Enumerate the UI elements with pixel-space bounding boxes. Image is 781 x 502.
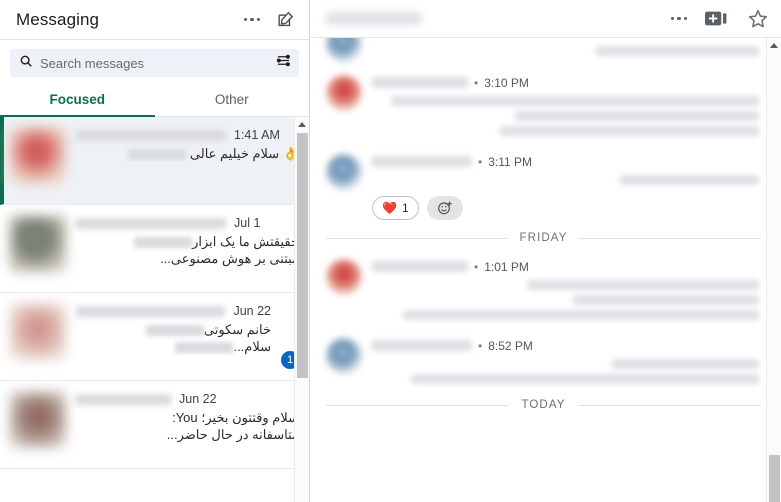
scrollbar-thumb[interactable] — [297, 133, 308, 378]
conversation-timestamp: Jun 22 — [233, 304, 271, 318]
page-title: Messaging — [16, 9, 100, 29]
list-item[interactable]: 1:41 AM 👌 سلام خیلیم عالی — [0, 117, 309, 205]
contact-name-redacted — [76, 218, 226, 229]
search-container — [0, 40, 309, 83]
reaction-heart[interactable]: ❤️ 1 — [372, 196, 419, 220]
scrollbar-thumb[interactable] — [769, 455, 780, 502]
search-box[interactable] — [10, 49, 299, 77]
date-divider-today: TODAY — [310, 393, 781, 417]
message-snippet: حقیقتش ما یک ابزار مبتنی بر هوش مصنوعی..… — [76, 233, 299, 267]
message-item: • 8:52 PM — [310, 329, 781, 393]
thread-scrollbar[interactable] — [766, 38, 781, 502]
meta-separator: • — [474, 75, 479, 90]
avatar — [326, 259, 362, 295]
search-input[interactable] — [40, 55, 269, 71]
list-item[interactable]: Jul 1 حقیقتش ما یک ابزار مبتنی بر هوش مص… — [0, 205, 309, 293]
message-body-redacted — [372, 280, 759, 320]
message-timestamp: 8:52 PM — [488, 338, 533, 353]
tab-other[interactable]: Other — [155, 83, 310, 116]
contact-name-redacted — [76, 130, 226, 141]
list-item[interactable]: Jun 22 سلام وقتتون بخیر؛ You: متاسفانه د… — [0, 381, 309, 469]
inbox-tabs: Focused Other — [0, 83, 309, 117]
ellipsis-icon[interactable] — [243, 17, 260, 22]
scroll-up-arrow-icon[interactable] — [295, 117, 309, 132]
conversation-preview: Jun 22 خانم سکوتی سلام... — [76, 304, 271, 369]
conversations-panel: Messaging Search messages Focused Other … — [0, 0, 310, 502]
sender-name-redacted — [372, 261, 468, 272]
divider-label: TODAY — [521, 399, 566, 411]
messaging-header: Messaging — [0, 0, 309, 40]
message-body-redacted — [372, 96, 759, 136]
ellipsis-icon[interactable] — [670, 16, 687, 21]
avatar — [326, 75, 362, 111]
message-snippet: خانم سکوتی سلام... — [76, 321, 271, 355]
avatar — [326, 338, 362, 374]
date-divider-friday: FRIDAY — [310, 226, 781, 250]
message-body-redacted — [372, 46, 759, 56]
meta-separator: • — [474, 259, 479, 274]
list-item[interactable]: Jun 22 خانم سکوتی سلام... 1 — [0, 293, 309, 381]
conversation-timestamp: Jul 1 — [234, 216, 261, 230]
conversation-list-scrollbar[interactable] — [294, 117, 309, 502]
thread-contact-name-redacted — [326, 12, 422, 25]
filter-sliders-icon[interactable] — [276, 53, 291, 73]
conversation-timestamp: Jun 22 — [179, 392, 217, 406]
message-snippet: سلام وقتتون بخیر؛ You: متاسفانه در حال ح… — [166, 410, 299, 442]
contact-name-redacted — [76, 306, 226, 317]
compose-icon[interactable] — [276, 10, 295, 29]
message-reactions: ❤️ 1 — [310, 194, 781, 226]
avatar — [10, 128, 66, 184]
meta-separator: • — [478, 154, 483, 169]
conversation-list: 1:41 AM 👌 سلام خیلیم عالی Jul 1 حقیقتش م… — [0, 117, 309, 502]
message-body-redacted — [372, 359, 759, 384]
sender-name-redacted — [372, 77, 468, 88]
avatar — [10, 392, 66, 448]
conversation-preview: 1:41 AM 👌 سلام خیلیم عالی — [76, 128, 299, 193]
reaction-count: 1 — [401, 201, 409, 215]
conversation-preview: Jul 1 حقیقتش ما یک ابزار مبتنی بر هوش مص… — [76, 216, 299, 281]
message-item: • 3:10 PM — [310, 66, 781, 145]
message-timestamp: 3:11 PM — [488, 154, 533, 169]
heart-icon: ❤️ — [382, 201, 397, 215]
thread-panel: • 3:10 PM • 3:11 PM ❤️ 1 FRIDAY • 1:01 P… — [310, 0, 781, 502]
tab-focused[interactable]: Focused — [0, 83, 155, 117]
sender-name-redacted — [372, 340, 472, 351]
video-call-add-icon[interactable] — [705, 10, 729, 27]
search-icon — [19, 54, 33, 73]
divider-label: FRIDAY — [519, 232, 568, 244]
thread-header — [310, 0, 781, 38]
avatar — [10, 216, 66, 272]
meta-separator: • — [478, 338, 483, 353]
message-snippet: 👌 سلام خیلیم عالی — [76, 145, 299, 162]
messaging-app: Messaging Search messages Focused Other … — [0, 0, 781, 502]
message-thread: • 3:10 PM • 3:11 PM ❤️ 1 FRIDAY • 1:01 P… — [310, 38, 781, 502]
contact-name-redacted — [76, 394, 171, 405]
conversation-preview: Jun 22 سلام وقتتون بخیر؛ You: متاسفانه د… — [76, 392, 299, 457]
message-item: • 3:11 PM — [310, 145, 781, 194]
message-timestamp: 3:10 PM — [484, 75, 529, 90]
sender-name-redacted — [372, 156, 472, 167]
thread-actions — [670, 8, 770, 30]
conversation-timestamp: 1:41 AM — [234, 128, 280, 142]
avatar — [10, 304, 66, 360]
header-actions — [243, 10, 296, 29]
add-reaction-icon[interactable] — [426, 196, 463, 220]
message-item: • 1:01 PM — [310, 250, 781, 329]
message-timestamp: 1:01 PM — [484, 259, 529, 274]
avatar — [326, 38, 362, 62]
message-item — [310, 38, 781, 66]
avatar — [326, 154, 362, 190]
message-body-redacted — [372, 175, 759, 185]
scroll-up-arrow-icon[interactable] — [767, 38, 781, 53]
star-outline-icon[interactable] — [747, 8, 769, 30]
